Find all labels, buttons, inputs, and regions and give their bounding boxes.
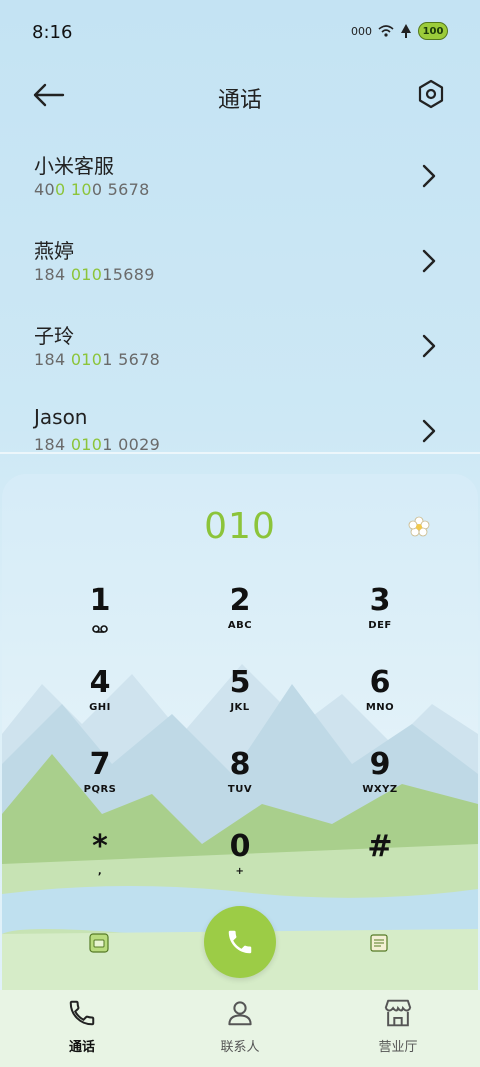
contact-row[interactable]: Jason 184 0101 0029: [0, 391, 480, 476]
key-6[interactable]: 6 MNO: [320, 666, 440, 738]
signal-icon: 000: [351, 24, 372, 38]
tab-store[interactable]: 营业厅: [338, 998, 458, 1055]
call-button[interactable]: [204, 906, 276, 978]
key-2[interactable]: 2 ABC: [180, 584, 300, 656]
key-1[interactable]: 1: [40, 584, 160, 656]
dialed-number[interactable]: 010: [2, 506, 478, 547]
tab-store-label: 营业厅: [378, 1040, 418, 1055]
contact-number: 184 01015689: [34, 265, 155, 284]
contact-name: Jason: [34, 405, 88, 429]
chevron-right-icon: [422, 334, 436, 358]
contact-suggestion-list: 小米客服 400 100 5678 燕婷 184 01015689 子玲 184…: [0, 136, 480, 476]
tree-icon: [401, 24, 411, 38]
sim-card-icon[interactable]: [88, 932, 110, 954]
tab-contacts[interactable]: 联系人: [180, 998, 300, 1055]
person-icon: [228, 1001, 252, 1026]
store-icon: [384, 999, 412, 1027]
tab-calls-label: 通话: [68, 1040, 95, 1055]
key-7[interactable]: 7 PQRS: [40, 748, 160, 820]
key-star[interactable]: *,: [40, 830, 160, 902]
tab-contacts-label: 联系人: [220, 1040, 260, 1055]
contact-row[interactable]: 子玲 184 0101 5678: [0, 306, 480, 391]
contact-name: 燕婷: [34, 239, 74, 263]
chevron-right-icon: [422, 419, 436, 443]
key-9[interactable]: 9 WXYZ: [320, 748, 440, 820]
wifi-icon: [378, 25, 394, 37]
page-title: 通话: [217, 88, 262, 113]
bottom-navigation: 通话 联系人 营业厅: [0, 990, 480, 1067]
key-0[interactable]: 0 +: [180, 830, 300, 902]
key-8[interactable]: 8 TUV: [180, 748, 300, 820]
status-bar: 8:16 000 100: [0, 0, 480, 64]
contact-row[interactable]: 燕婷 184 01015689: [0, 221, 480, 306]
status-time: 8:16: [32, 22, 73, 43]
key-hash[interactable]: #: [320, 830, 440, 902]
contact-name: 子玲: [34, 324, 74, 348]
status-icons: 000 100: [351, 22, 448, 40]
contact-number: 184 0101 5678: [34, 350, 161, 369]
phone-icon: [69, 1000, 95, 1026]
tab-calls[interactable]: 通话: [22, 998, 142, 1055]
battery-indicator: 100: [418, 22, 448, 40]
key-5[interactable]: 5 JKL: [180, 666, 300, 738]
voicemail-icon: [92, 625, 108, 633]
key-3[interactable]: 3 DEF: [320, 584, 440, 656]
dialer-panel: 010 1 2 ABC 3 DEF 4 GHI 5 JKL 6 MNO 7 PQRS 8: [2, 474, 478, 994]
app-header: 通话: [0, 70, 480, 120]
contact-name: 小米客服: [34, 154, 114, 178]
contact-row[interactable]: 小米客服 400 100 5678: [0, 136, 480, 221]
phone-icon: [228, 930, 252, 954]
contact-number: 400 100 5678: [34, 180, 150, 199]
contact-number: 184 0101 0029: [34, 435, 161, 454]
notepad-icon[interactable]: [368, 932, 390, 954]
key-4[interactable]: 4 GHI: [40, 666, 160, 738]
chevron-right-icon: [422, 164, 436, 188]
settings-hexagon-icon[interactable]: [416, 78, 446, 110]
chevron-right-icon: [422, 249, 436, 273]
flower-icon[interactable]: [408, 516, 430, 538]
